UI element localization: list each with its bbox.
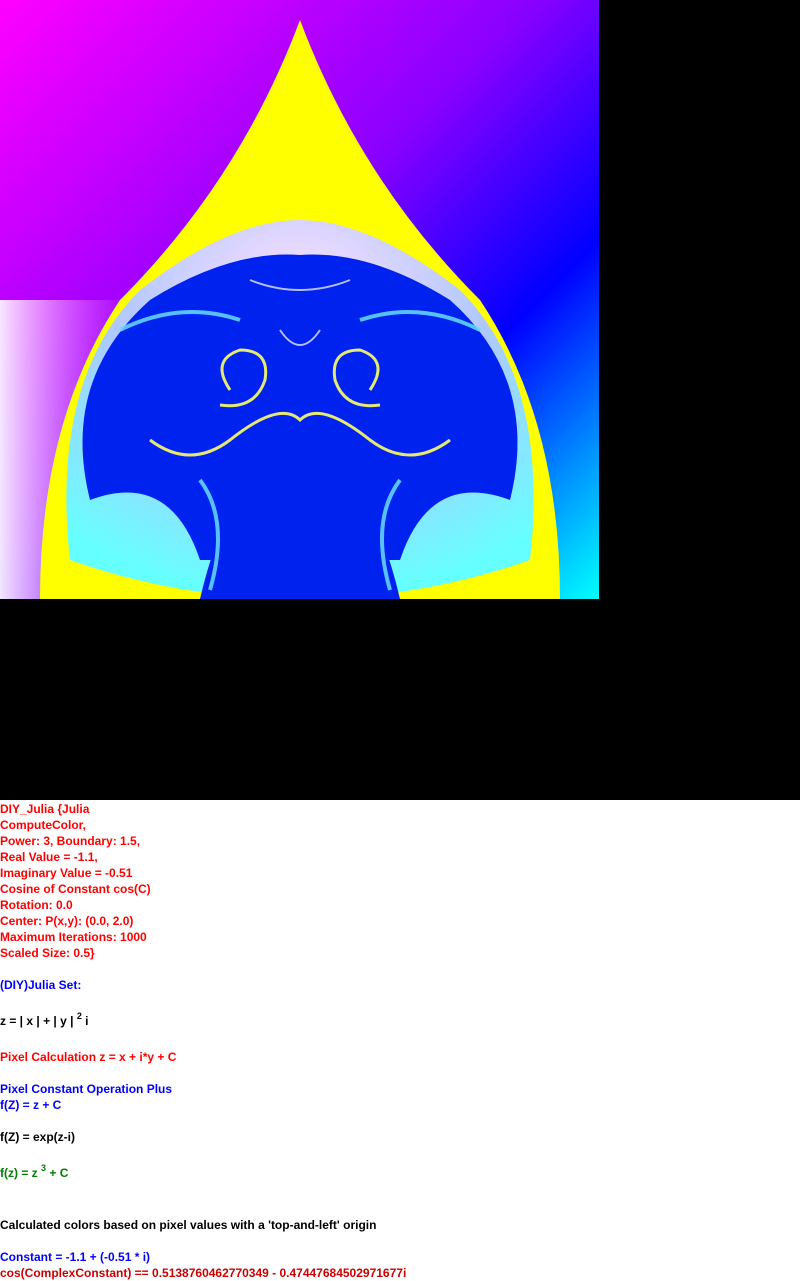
- param-line: Rotation: 0.0: [0, 898, 73, 912]
- fractal-info-panel: DIY_Julia {Julia ComputeColor, Power: 3,…: [0, 801, 800, 1281]
- cos-constant-value: cos(ComplexConstant) == 0.51387604627703…: [0, 1266, 407, 1280]
- param-line: Power: 3, Boundary: 1.5,: [0, 834, 141, 848]
- function-plus: f(Z) = z + C: [0, 1098, 62, 1112]
- render-canvas: [0, 0, 800, 800]
- function-power: f(z) = z 3 + C: [0, 1161, 800, 1185]
- param-line: Real Value = -1.1,: [0, 850, 98, 864]
- param-line: DIY_Julia {Julia: [0, 802, 90, 816]
- param-line: Maximum Iterations: 1000: [0, 930, 147, 944]
- param-line: Cosine of Constant cos(C): [0, 882, 151, 896]
- constant-value: Constant = -1.1 + (-0.51 * i): [0, 1250, 151, 1264]
- constant-operation: Pixel Constant Operation Plus: [0, 1082, 173, 1096]
- function-power-base: f(z) = z: [0, 1166, 38, 1180]
- set-title: (DIY)Julia Set:: [0, 978, 82, 992]
- param-line: Scaled Size: 0.5}: [0, 946, 95, 960]
- formula-line: z = | x | + | y | 2 i: [0, 1009, 800, 1033]
- formula-tail: i: [81, 1014, 89, 1028]
- function-exp: f(Z) = exp(z-i): [0, 1130, 75, 1144]
- param-line: Imaginary Value = -0.51: [0, 866, 133, 880]
- param-line: Center: P(x,y): (0.0, 2.0): [0, 914, 134, 928]
- julia-fractal-image: [0, 0, 599, 599]
- pixel-calculation: Pixel Calculation z = x + i*y + C: [0, 1050, 177, 1064]
- function-power-tail: + C: [46, 1166, 69, 1180]
- formula-main: z = | x | + | y |: [0, 1014, 74, 1028]
- colors-note: Calculated colors based on pixel values …: [0, 1218, 377, 1232]
- param-line: ComputeColor,: [0, 818, 86, 832]
